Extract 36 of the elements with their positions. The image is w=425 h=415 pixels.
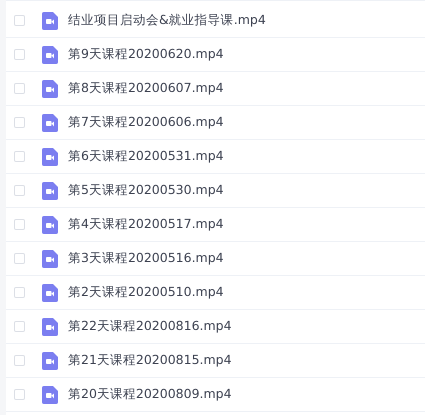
video-file-icon xyxy=(42,216,58,234)
video-file-icon xyxy=(42,12,58,30)
checkbox[interactable] xyxy=(14,117,25,128)
checkbox[interactable] xyxy=(14,49,25,60)
checkbox[interactable] xyxy=(14,15,25,26)
checkbox[interactable] xyxy=(14,83,25,94)
video-file-icon xyxy=(42,46,58,64)
file-name[interactable]: 第22天课程20200816.mp4 xyxy=(68,318,232,335)
checkbox[interactable] xyxy=(14,253,25,264)
checkbox[interactable] xyxy=(14,389,25,400)
checkbox[interactable] xyxy=(14,219,25,230)
file-name[interactable]: 第21天课程20200815.mp4 xyxy=(68,352,232,369)
file-name[interactable]: 第7天课程20200606.mp4 xyxy=(68,114,224,131)
video-file-icon xyxy=(42,284,58,302)
file-name[interactable]: 第9天课程20200620.mp4 xyxy=(68,46,224,63)
checkbox[interactable] xyxy=(14,151,25,162)
file-name[interactable]: 第4天课程20200517.mp4 xyxy=(68,216,224,233)
file-name[interactable]: 结业项目启动会&就业指导课.mp4 xyxy=(68,12,266,29)
video-file-icon xyxy=(42,114,58,132)
checkbox[interactable] xyxy=(14,185,25,196)
checkbox[interactable] xyxy=(14,321,25,332)
file-name[interactable]: 第8天课程20200607.mp4 xyxy=(68,80,224,97)
video-file-icon xyxy=(42,80,58,98)
video-file-icon xyxy=(42,386,58,404)
file-name[interactable]: 第3天课程20200516.mp4 xyxy=(68,250,224,267)
checkbox[interactable] xyxy=(14,355,25,366)
video-file-icon xyxy=(42,182,58,200)
file-name[interactable]: 第2天课程20200510.mp4 xyxy=(68,284,224,301)
file-name[interactable]: 第5天课程20200530.mp4 xyxy=(68,182,224,199)
video-file-icon xyxy=(42,318,58,336)
video-file-icon xyxy=(42,250,58,268)
file-name[interactable]: 第20天课程20200809.mp4 xyxy=(68,386,232,403)
checkbox[interactable] xyxy=(14,287,25,298)
video-file-icon xyxy=(42,352,58,370)
video-file-icon xyxy=(42,148,58,166)
file-name[interactable]: 第6天课程20200531.mp4 xyxy=(68,148,224,165)
